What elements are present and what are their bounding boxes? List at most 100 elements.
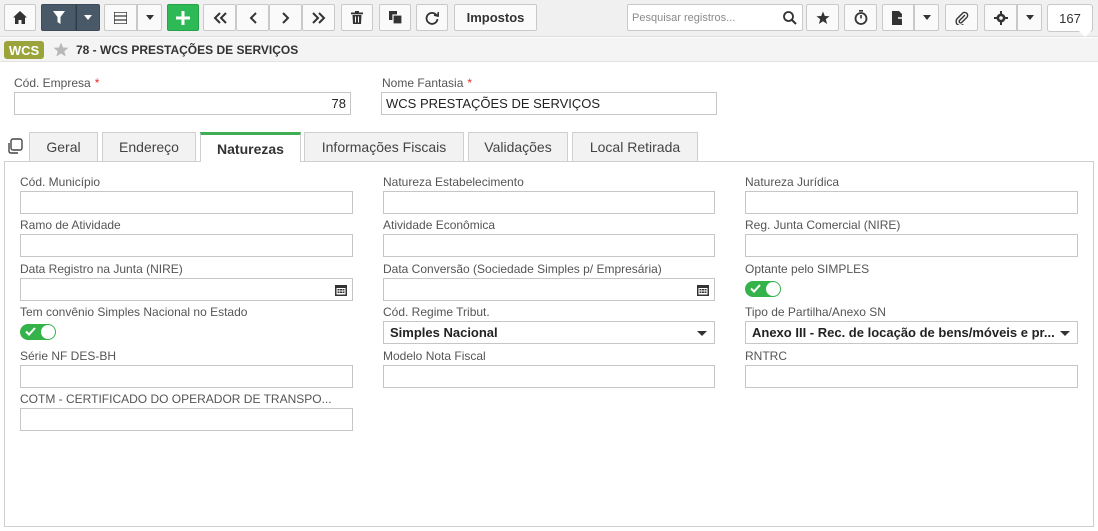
convenio-simples-toggle[interactable] <box>20 324 56 340</box>
nome-fantasia-label: Nome Fantasia * <box>382 76 473 90</box>
toolbar: Impostos 167 <box>0 0 1098 37</box>
paperclip-icon <box>954 11 968 25</box>
search-box[interactable] <box>627 4 803 31</box>
cotm-field[interactable] <box>20 408 353 431</box>
next-record-button[interactable] <box>269 4 302 31</box>
check-icon <box>750 284 761 293</box>
toggle-knob <box>41 325 55 339</box>
filter-icon <box>52 11 65 24</box>
last-record-button[interactable] <box>302 4 335 31</box>
plus-icon <box>176 10 190 25</box>
reg-junta-field[interactable] <box>745 234 1078 257</box>
view-list-button[interactable] <box>104 4 137 31</box>
first-record-button[interactable] <box>203 4 236 31</box>
cod-empresa-label: Cód. Empresa * <box>14 76 100 90</box>
data-conversao-label: Data Conversão (Sociedade Simples p/ Emp… <box>383 262 662 276</box>
reg-junta-label: Reg. Junta Comercial (NIRE) <box>745 218 901 232</box>
cod-regime-label: Cód. Regime Tribut. <box>383 305 490 319</box>
chevron-down-icon <box>1025 15 1034 20</box>
last-icon <box>311 11 325 24</box>
gear-icon <box>993 10 1008 25</box>
serie-nf-label: Série NF DES-BH <box>20 349 117 363</box>
company-badge: WCS <box>4 41 44 59</box>
home-icon <box>13 11 27 24</box>
cod-municipio-label: Cód. Município <box>20 175 101 189</box>
tab-endereco[interactable]: Endereço <box>102 132 196 161</box>
tab-geral[interactable]: Geral <box>29 132 98 161</box>
natureza-estabelecimento-field[interactable] <box>383 191 715 214</box>
favorite-button[interactable] <box>806 4 839 31</box>
atividade-economica-label: Atividade Econômica <box>383 218 496 232</box>
next-icon <box>281 11 289 24</box>
timer-icon <box>854 10 867 25</box>
impostos-button[interactable]: Impostos <box>454 4 537 31</box>
nome-fantasia-field[interactable]: WCS PRESTAÇÕES DE SERVIÇOS <box>381 92 717 115</box>
data-registro-label: Data Registro na Junta (NIRE) <box>20 262 183 276</box>
filter-button[interactable] <box>41 4 76 31</box>
modelo-nf-label: Modelo Nota Fiscal <box>383 349 486 363</box>
page-title: 78 - WCS PRESTAÇÕES DE SERVIÇOS <box>76 43 299 57</box>
refresh-icon <box>425 11 439 25</box>
cod-regime-value: Simples Nacional <box>390 325 498 340</box>
search-icon[interactable] <box>783 11 797 25</box>
impostos-label: Impostos <box>466 10 525 25</box>
natureza-juridica-label: Natureza Jurídica <box>745 175 840 189</box>
duplicate-icon[interactable] <box>7 138 23 154</box>
view-dropdown-button[interactable] <box>137 4 162 31</box>
tab-validacoes[interactable]: Validações <box>468 132 568 161</box>
rntrc-label: RNTRC <box>745 349 787 363</box>
natureza-juridica-field[interactable] <box>745 191 1078 214</box>
export-button[interactable] <box>882 4 914 31</box>
serie-nf-field[interactable] <box>20 365 353 388</box>
home-button[interactable] <box>4 4 36 31</box>
cod-municipio-field[interactable] <box>20 191 353 214</box>
copy-record-button[interactable] <box>379 4 411 31</box>
chevron-down-icon <box>1060 331 1070 336</box>
modelo-nf-field[interactable] <box>383 365 715 388</box>
required-mark: * <box>94 76 100 90</box>
add-record-button[interactable] <box>167 4 199 31</box>
rntrc-field[interactable] <box>745 365 1078 388</box>
export-dropdown-button[interactable] <box>914 4 939 31</box>
star-icon[interactable] <box>53 42 69 57</box>
settings-dropdown-button[interactable] <box>1017 4 1042 31</box>
cod-empresa-field[interactable]: 78 <box>14 92 351 115</box>
atividade-economica-field[interactable] <box>383 234 715 257</box>
copy-icon <box>388 11 402 24</box>
optante-simples-label: Optante pelo SIMPLES <box>745 262 870 276</box>
optante-simples-toggle[interactable] <box>745 281 781 297</box>
tipo-partilha-select[interactable]: Anexo III - Rec. de locação de bens/móve… <box>745 321 1078 344</box>
timer-button[interactable] <box>844 4 877 31</box>
natureza-estabelecimento-label: Natureza Estabelecimento <box>383 175 524 189</box>
delete-button[interactable] <box>341 4 373 31</box>
filter-dropdown-button[interactable] <box>76 4 100 31</box>
title-bar: WCS 78 - WCS PRESTAÇÕES DE SERVIÇOS <box>0 38 1098 62</box>
calendar-icon[interactable] <box>697 284 709 296</box>
tab-naturezas[interactable]: Naturezas <box>200 132 301 162</box>
search-input[interactable] <box>628 5 778 30</box>
chevron-down-icon <box>697 331 707 336</box>
data-conversao-field[interactable] <box>383 278 715 301</box>
chevron-down-icon <box>922 15 931 20</box>
tipo-partilha-label: Tipo de Partilha/Anexo SN <box>745 305 886 319</box>
refresh-button[interactable] <box>416 4 448 31</box>
chevron-down-icon <box>84 15 92 20</box>
data-registro-field[interactable] <box>20 278 353 301</box>
required-mark: * <box>467 76 473 90</box>
record-counter: 167 <box>1047 4 1093 37</box>
tab-local-retirada[interactable]: Local Retirada <box>572 132 698 161</box>
tipo-partilha-value: Anexo III - Rec. de locação de bens/móve… <box>752 325 1055 340</box>
attachments-button[interactable] <box>945 4 978 31</box>
tab-informacoes-fiscais[interactable]: Informações Fiscais <box>304 132 464 161</box>
trash-icon <box>351 11 363 24</box>
convenio-simples-label: Tem convênio Simples Nacional no Estado <box>20 305 248 319</box>
settings-button[interactable] <box>984 4 1017 31</box>
prev-icon <box>249 11 257 24</box>
cod-regime-select[interactable]: Simples Nacional <box>383 321 715 344</box>
naturezas-panel <box>4 161 1094 527</box>
ramo-atividade-label: Ramo de Atividade <box>20 218 121 232</box>
ramo-atividade-field[interactable] <box>20 234 353 257</box>
check-icon <box>25 327 36 336</box>
previous-record-button[interactable] <box>236 4 269 31</box>
calendar-icon[interactable] <box>335 284 347 296</box>
